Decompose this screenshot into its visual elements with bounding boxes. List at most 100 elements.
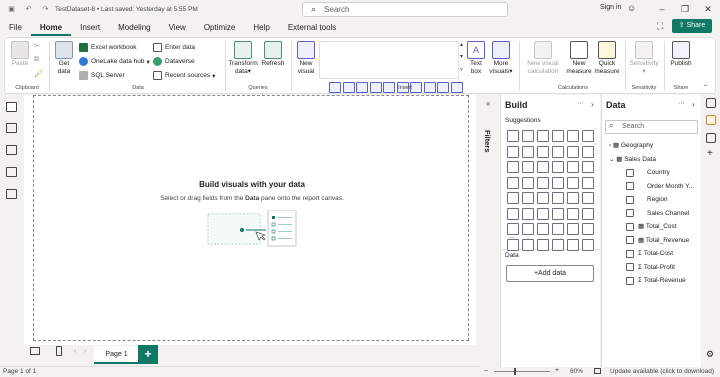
sign-in-link[interactable]: Sign in	[600, 4, 621, 11]
new-measure-button[interactable]: New measure	[565, 41, 593, 76]
restore-button[interactable]: ❐	[675, 0, 695, 19]
visualization-type-icon[interactable]	[552, 176, 564, 189]
data-more-icon[interactable]: ···	[678, 100, 685, 107]
visualization-type-icon[interactable]	[537, 192, 549, 204]
desktop-layout-icon[interactable]	[30, 347, 40, 355]
visualization-type-icon[interactable]	[567, 238, 579, 251]
visualization-type-icon[interactable]	[522, 223, 534, 235]
expand-ribbon-icon[interactable]: ⛶	[657, 21, 663, 32]
field-checkbox[interactable]	[626, 236, 634, 244]
visualization-type-icon[interactable]	[507, 223, 519, 235]
undo-icon[interactable]: ↶	[23, 4, 34, 15]
filters-label[interactable]: Filters	[483, 130, 492, 153]
field-item[interactable]: Σ Total-Cost	[638, 248, 673, 259]
data-search-input[interactable]: Search	[605, 120, 698, 134]
visualization-type-icon[interactable]	[552, 223, 564, 235]
share-button[interactable]: ⇪ Share	[672, 19, 712, 33]
visualization-type-icon[interactable]	[537, 223, 549, 235]
close-button[interactable]: ✕	[698, 0, 718, 19]
visualization-type-icon[interactable]	[552, 238, 564, 251]
paste-button[interactable]: Paste	[9, 41, 31, 68]
field-checkbox[interactable]	[626, 209, 634, 217]
report-view-icon[interactable]	[6, 102, 17, 112]
menu-file[interactable]: File	[0, 19, 31, 36]
visualization-type-icon[interactable]	[537, 207, 549, 220]
visualization-type-icon[interactable]	[567, 130, 579, 142]
account-icon[interactable]: ☺	[627, 3, 636, 13]
gallery-scroll-down-icon[interactable]: ▾	[460, 53, 463, 60]
visualization-type-icon[interactable]	[552, 192, 564, 204]
zoom-in-icon[interactable]: +	[555, 367, 559, 374]
publish-button[interactable]: Publish	[667, 41, 695, 68]
field-checkbox[interactable]	[626, 182, 634, 190]
field-item[interactable]: ▦ Total_Revenue	[638, 235, 689, 246]
zoom-slider[interactable]	[494, 371, 550, 372]
excel-workbook-button[interactable]: Excel workbook	[79, 42, 137, 53]
visualization-type-icon[interactable]	[537, 145, 549, 158]
field-checkbox[interactable]	[626, 222, 634, 231]
menu-external-tools[interactable]: External tools	[279, 19, 345, 36]
new-visual-calculation-button[interactable]: New visual calculation	[523, 41, 563, 76]
field-item[interactable]: Order Month Y...	[647, 181, 694, 192]
build-more-icon[interactable]: ···	[577, 100, 584, 107]
visualization-type-icon[interactable]	[582, 238, 594, 251]
redo-icon[interactable]: ↷	[40, 4, 51, 15]
visualization-type-icon[interactable]	[552, 161, 564, 173]
dataverse-button[interactable]: Dataverse	[153, 56, 195, 67]
tmdl-view-icon[interactable]	[6, 189, 17, 199]
update-available-link[interactable]: Update available (click to download)	[610, 368, 714, 375]
zoom-out-icon[interactable]: –	[484, 367, 488, 374]
field-item[interactable]: ▦ Total_Cost	[638, 221, 677, 232]
text-box-button[interactable]: A Text box	[467, 41, 485, 76]
format-painter-icon[interactable]: 🖌	[34, 70, 43, 78]
search-input[interactable]: ⌕ Search	[302, 2, 508, 17]
visualization-type-icon[interactable]	[507, 207, 519, 220]
visualization-type-icon[interactable]	[537, 176, 549, 189]
sensitivity-button[interactable]: Sensitivity ▾	[627, 41, 661, 76]
get-data-button[interactable]: Get data	[53, 41, 75, 76]
minimize-button[interactable]: –	[652, 0, 672, 19]
dax-query-view-icon[interactable]	[6, 167, 17, 177]
field-checkbox[interactable]	[626, 195, 634, 204]
enter-data-button[interactable]: Enter data	[153, 42, 195, 53]
new-visual-button[interactable]: New visual	[295, 41, 317, 76]
quick-measure-button[interactable]: Quick measure	[593, 41, 621, 76]
gallery-scroll-up-icon[interactable]: ▴	[460, 41, 463, 48]
copilot-icon[interactable]	[706, 133, 716, 143]
format-pane-icon[interactable]	[706, 115, 716, 125]
zoom-slider-thumb[interactable]	[514, 368, 516, 375]
collapse-build-icon[interactable]: ›	[591, 100, 594, 109]
visualization-type-icon[interactable]	[507, 130, 519, 142]
visualization-type-icon[interactable]	[582, 161, 594, 173]
visualization-type-icon[interactable]	[567, 176, 579, 189]
refresh-button[interactable]: Refresh	[260, 41, 286, 68]
visualization-type-icon[interactable]	[522, 161, 534, 173]
field-item[interactable]: Sales Channel	[647, 208, 689, 219]
visualization-type-icon[interactable]	[567, 192, 579, 204]
add-pane-icon[interactable]: +	[707, 148, 713, 159]
model-view-icon[interactable]	[6, 145, 17, 155]
visualization-type-icon[interactable]	[552, 130, 564, 142]
mobile-layout-icon[interactable]	[56, 346, 62, 356]
visualization-type-icon[interactable]	[582, 130, 594, 142]
sql-server-button[interactable]: SQL Server	[79, 70, 125, 81]
visualization-type-icon[interactable]	[507, 192, 519, 204]
visualization-type-icon[interactable]	[582, 207, 594, 220]
onelake-data-hub-button[interactable]: OneLake data hub ▾	[79, 56, 150, 67]
visualization-type-icon[interactable]	[522, 145, 534, 158]
menu-modeling[interactable]: Modeling	[109, 19, 159, 36]
menu-insert[interactable]: Insert	[71, 19, 109, 36]
settings-gear-icon[interactable]: ⚙	[706, 349, 714, 360]
more-visuals-button[interactable]: More visuals▾	[488, 41, 514, 76]
visualization-type-icon[interactable]	[507, 161, 519, 173]
visualization-type-icon[interactable]	[567, 223, 579, 235]
menu-help[interactable]: Help	[244, 19, 278, 36]
visualization-type-icon[interactable]	[582, 145, 594, 158]
menu-view[interactable]: View	[160, 19, 195, 36]
visualization-type-icon[interactable]	[582, 192, 594, 204]
field-checkbox[interactable]	[626, 249, 634, 258]
gallery-expand-icon[interactable]: ▿	[460, 66, 463, 73]
visualization-type-icon[interactable]	[507, 176, 519, 189]
recent-sources-button[interactable]: Recent sources ▾	[153, 70, 215, 81]
visualization-type-icon[interactable]	[567, 145, 579, 158]
